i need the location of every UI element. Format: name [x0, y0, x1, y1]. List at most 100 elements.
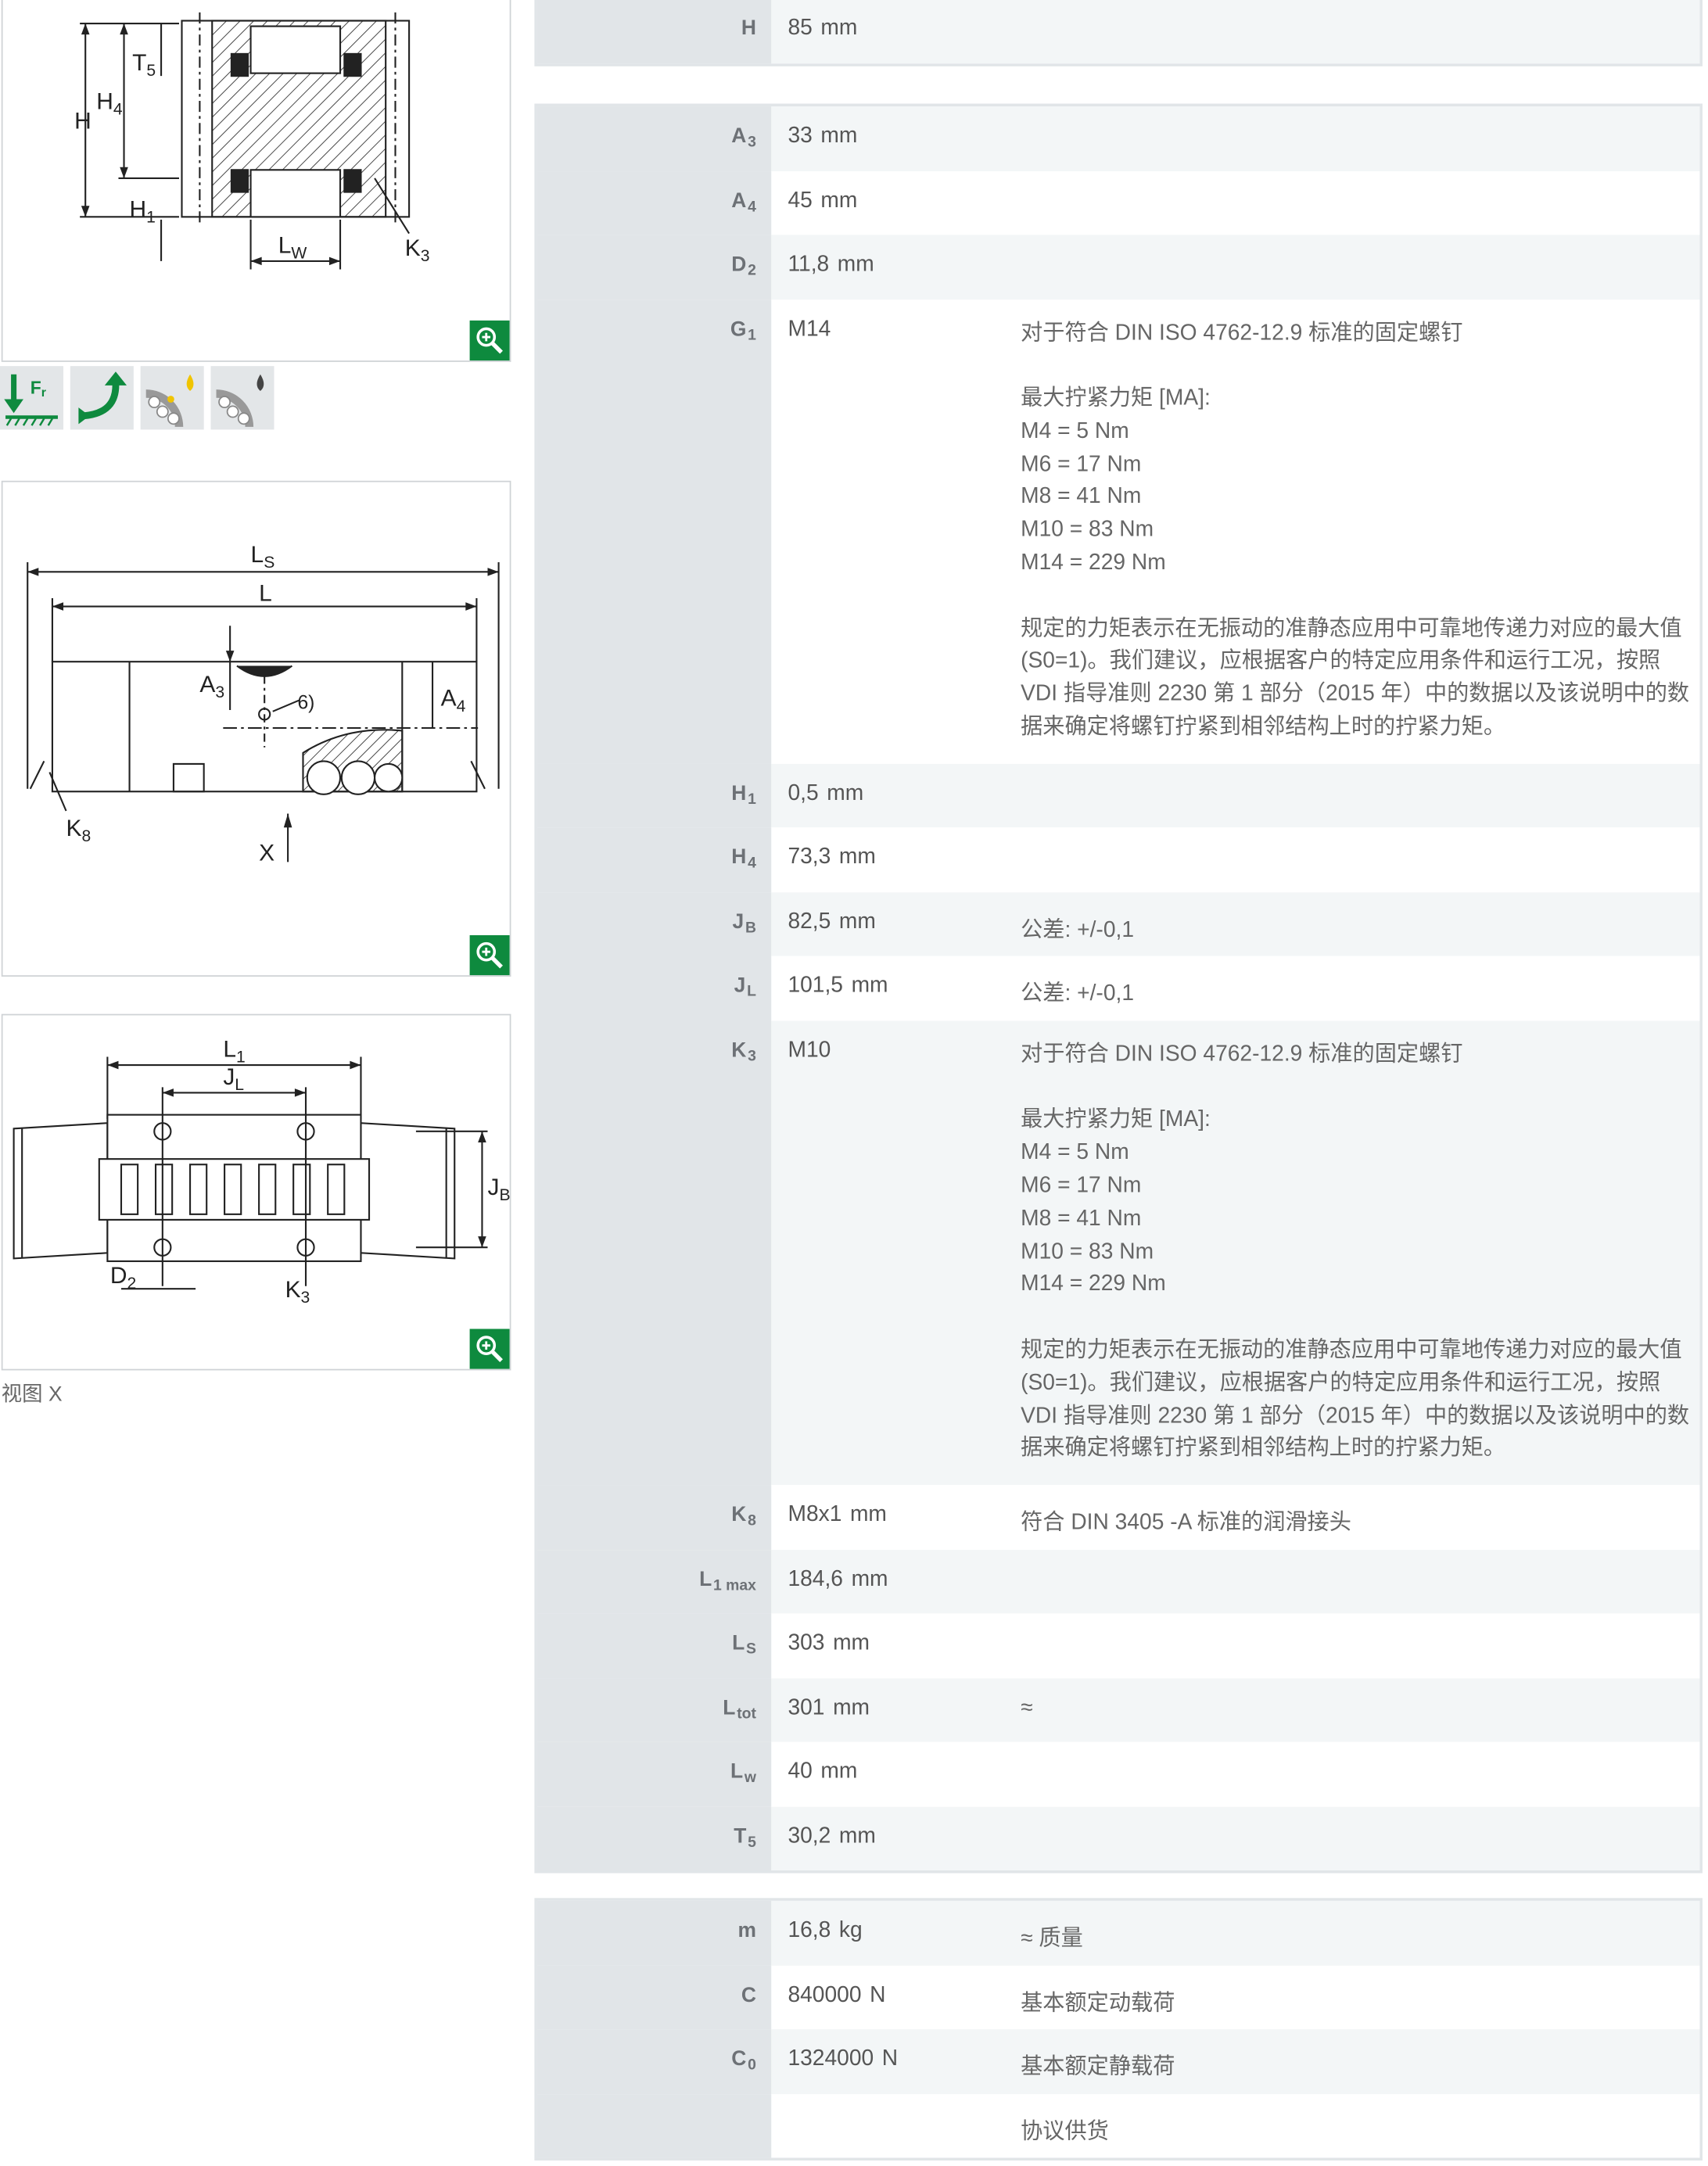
radial-load-icon: Fr	[0, 366, 64, 430]
symbol-letter: L	[732, 1631, 745, 1655]
symbol-subscript: L	[747, 984, 756, 1001]
value-unit: mm	[833, 1631, 870, 1655]
parameter-symbol: L1 max	[536, 1549, 772, 1614]
dim-label-h: H	[74, 108, 92, 134]
parameter-note: ≈ 质量	[1021, 1927, 1083, 1951]
rotation-arrow-icon	[70, 366, 134, 430]
side-view-drawing[interactable]: LS L A3 A4 6) K8 X	[1, 480, 511, 977]
note-line: 对于符合 DIN ISO 4762-12.9 标准的固定螺钉	[1021, 321, 1463, 345]
table-row: Lw 40 mm	[536, 1742, 1700, 1807]
value-number: 840000	[788, 1982, 862, 2006]
table-row: C 840000 N 基本额定动载荷	[536, 1964, 1700, 2030]
parameter-value: 33 mm	[788, 124, 857, 149]
value-number: 33	[788, 124, 813, 149]
row-content: 303 mm	[771, 1613, 1700, 1678]
parameter-symbol: C	[536, 1964, 772, 2030]
symbol-subscript: B	[745, 920, 756, 937]
value-unit: mm	[838, 1824, 876, 1849]
dim-label-h4: H4	[96, 89, 123, 119]
note-line: M4 = 5 Nm	[1021, 1141, 1129, 1165]
symbol-letter: L	[723, 1695, 736, 1720]
row-content: 40 mm	[771, 1742, 1700, 1807]
symbol-letter: m	[737, 1918, 756, 1942]
zoom-button[interactable]	[469, 1329, 510, 1369]
note-line: M14 = 229 Nm	[1021, 1272, 1166, 1296]
note-six-label: 6)	[297, 692, 314, 713]
value-unit: mm	[851, 974, 888, 999]
row-content: 301 mm ≈	[771, 1677, 1700, 1743]
parameter-symbol: C0	[536, 2029, 772, 2094]
symbol-letter: L	[699, 1567, 712, 1591]
row-content: 184,6 mm	[771, 1549, 1700, 1614]
row-content: 0,5 mm	[771, 763, 1700, 828]
parameter-note: 公差: +/-0,1	[1021, 982, 1135, 1006]
value-unit: N	[870, 1982, 886, 2006]
value-number: 301	[788, 1695, 825, 1720]
table-row: G 1 M14 对于符合 DIN ISO 4762-12.9 标准的固定螺钉 最大拧紧力…	[536, 299, 1700, 764]
parameter-value: 82,5 mm	[788, 910, 875, 935]
drawing-caption: 视图 X	[1, 1382, 63, 1407]
value-unit: mm	[838, 845, 876, 870]
value-number: 85	[788, 16, 813, 41]
table-row: L S 303 mm	[536, 1613, 1700, 1678]
parameter-value: 840000 N	[788, 1983, 885, 2008]
symbol-letter: C	[741, 1982, 756, 2006]
parameter-value: M10	[788, 1038, 831, 1063]
cross-section-drawing[interactable]: T5 H4 H H1 LW K3	[1, 0, 511, 362]
note-line: M6 = 17 Nm	[1021, 1174, 1142, 1198]
symbol-letter: H	[731, 845, 747, 870]
parameter-symbol: A3	[536, 106, 772, 171]
row-content: 协议供货	[771, 2093, 1700, 2158]
parameter-symbol: H1	[536, 763, 772, 828]
dim-label-h1: H1	[130, 196, 156, 226]
note-paragraph: 对于符合 DIN ISO 4762-12.9 标准的固定螺钉	[1021, 1038, 1695, 1071]
value-unit: N	[881, 2047, 899, 2071]
row-content: 30,2 mm	[771, 1806, 1700, 1871]
symbol-subscript: 2	[748, 262, 756, 279]
value-number: 82,5	[788, 909, 831, 934]
note-line: 最大拧紧力矩 [MA]:	[1021, 1108, 1211, 1132]
zoom-button[interactable]	[469, 934, 510, 976]
value-number: 0,5	[788, 781, 819, 805]
parameter-value: 16,8 kg	[788, 1919, 862, 1944]
dim-label-k8: K8	[66, 816, 92, 845]
note-paragraph: 最大拧紧力矩 [MA]: M4 = 5 Nm M6 = 17 Nm M8 = 41 N…	[1021, 383, 1695, 580]
value-number: 45	[788, 188, 813, 213]
note-line: 规定的力矩表示在无振动的准静态应用中可靠地传递力对应的最大值 (S0=1)。我们…	[1021, 617, 1690, 740]
symbol-letter: K	[731, 1503, 747, 1527]
parameter-symbol	[536, 2093, 772, 2158]
row-content: 101,5 mm 公差: +/-0,1	[771, 956, 1700, 1021]
zoom-button[interactable]	[469, 320, 510, 361]
note-line: 规定的力矩表示在无振动的准静态应用中可靠地传递力对应的最大值 (S0=1)。我们…	[1021, 1338, 1690, 1461]
symbol-subscript: 4	[748, 198, 756, 215]
parameter-symbol: Lw	[536, 1742, 772, 1807]
symbol-letter: K	[731, 1038, 747, 1063]
value-number: 101,5	[788, 974, 843, 999]
table-row: 协议供货	[536, 2093, 1700, 2158]
note-line: M8 = 41 Nm	[1021, 485, 1142, 509]
parameter-value: 30,2 mm	[788, 1824, 875, 1849]
dim-label-jl: JL	[223, 1064, 244, 1094]
value-number: 16,8	[788, 1918, 831, 1942]
table-row: C 0 1324000 N 基本额定静载荷	[536, 2029, 1700, 2094]
view-x-drawing[interactable]: L1 JL JB D2 K3	[1, 1013, 511, 1371]
note-paragraph: 规定的力矩表示在无振动的准静态应用中可靠地传递力对应的最大值 (S0=1)。我们…	[1021, 1335, 1695, 1466]
table-row: K 8 M8x1 mm 符合 DIN 3405 -A 标准的润滑接头	[536, 1485, 1700, 1550]
table-row: H 1 0,5 mm	[536, 763, 1700, 828]
dim-label-jb: JB	[488, 1174, 511, 1204]
parameter-note: 公差: +/-0,1	[1021, 918, 1135, 942]
parameter-note: ≈	[1021, 1695, 1033, 1720]
symbol-subscript: 5	[748, 1834, 756, 1851]
dim-label-l1: L1	[223, 1036, 245, 1066]
dimension-table-top: H 85 mm	[534, 0, 1703, 66]
parameter-note: 协议供货	[1021, 2119, 1109, 2143]
parameter-note: 对于符合 DIN ISO 4762-12.9 标准的固定螺钉最大拧紧力矩 [MA…	[1021, 299, 1695, 763]
parameter-symbol: H	[536, 0, 772, 63]
view-label-x: X	[259, 841, 274, 866]
table-row: m 16,8 kg ≈ 质量	[536, 1900, 1700, 1965]
parameter-symbol: Ltot	[536, 1677, 772, 1743]
symbol-subscript: 0	[748, 2057, 756, 2074]
table-row: A 4 45 mm	[536, 170, 1700, 235]
parameter-symbol: K3	[536, 1020, 772, 1486]
symbol-letter: J	[732, 909, 745, 934]
